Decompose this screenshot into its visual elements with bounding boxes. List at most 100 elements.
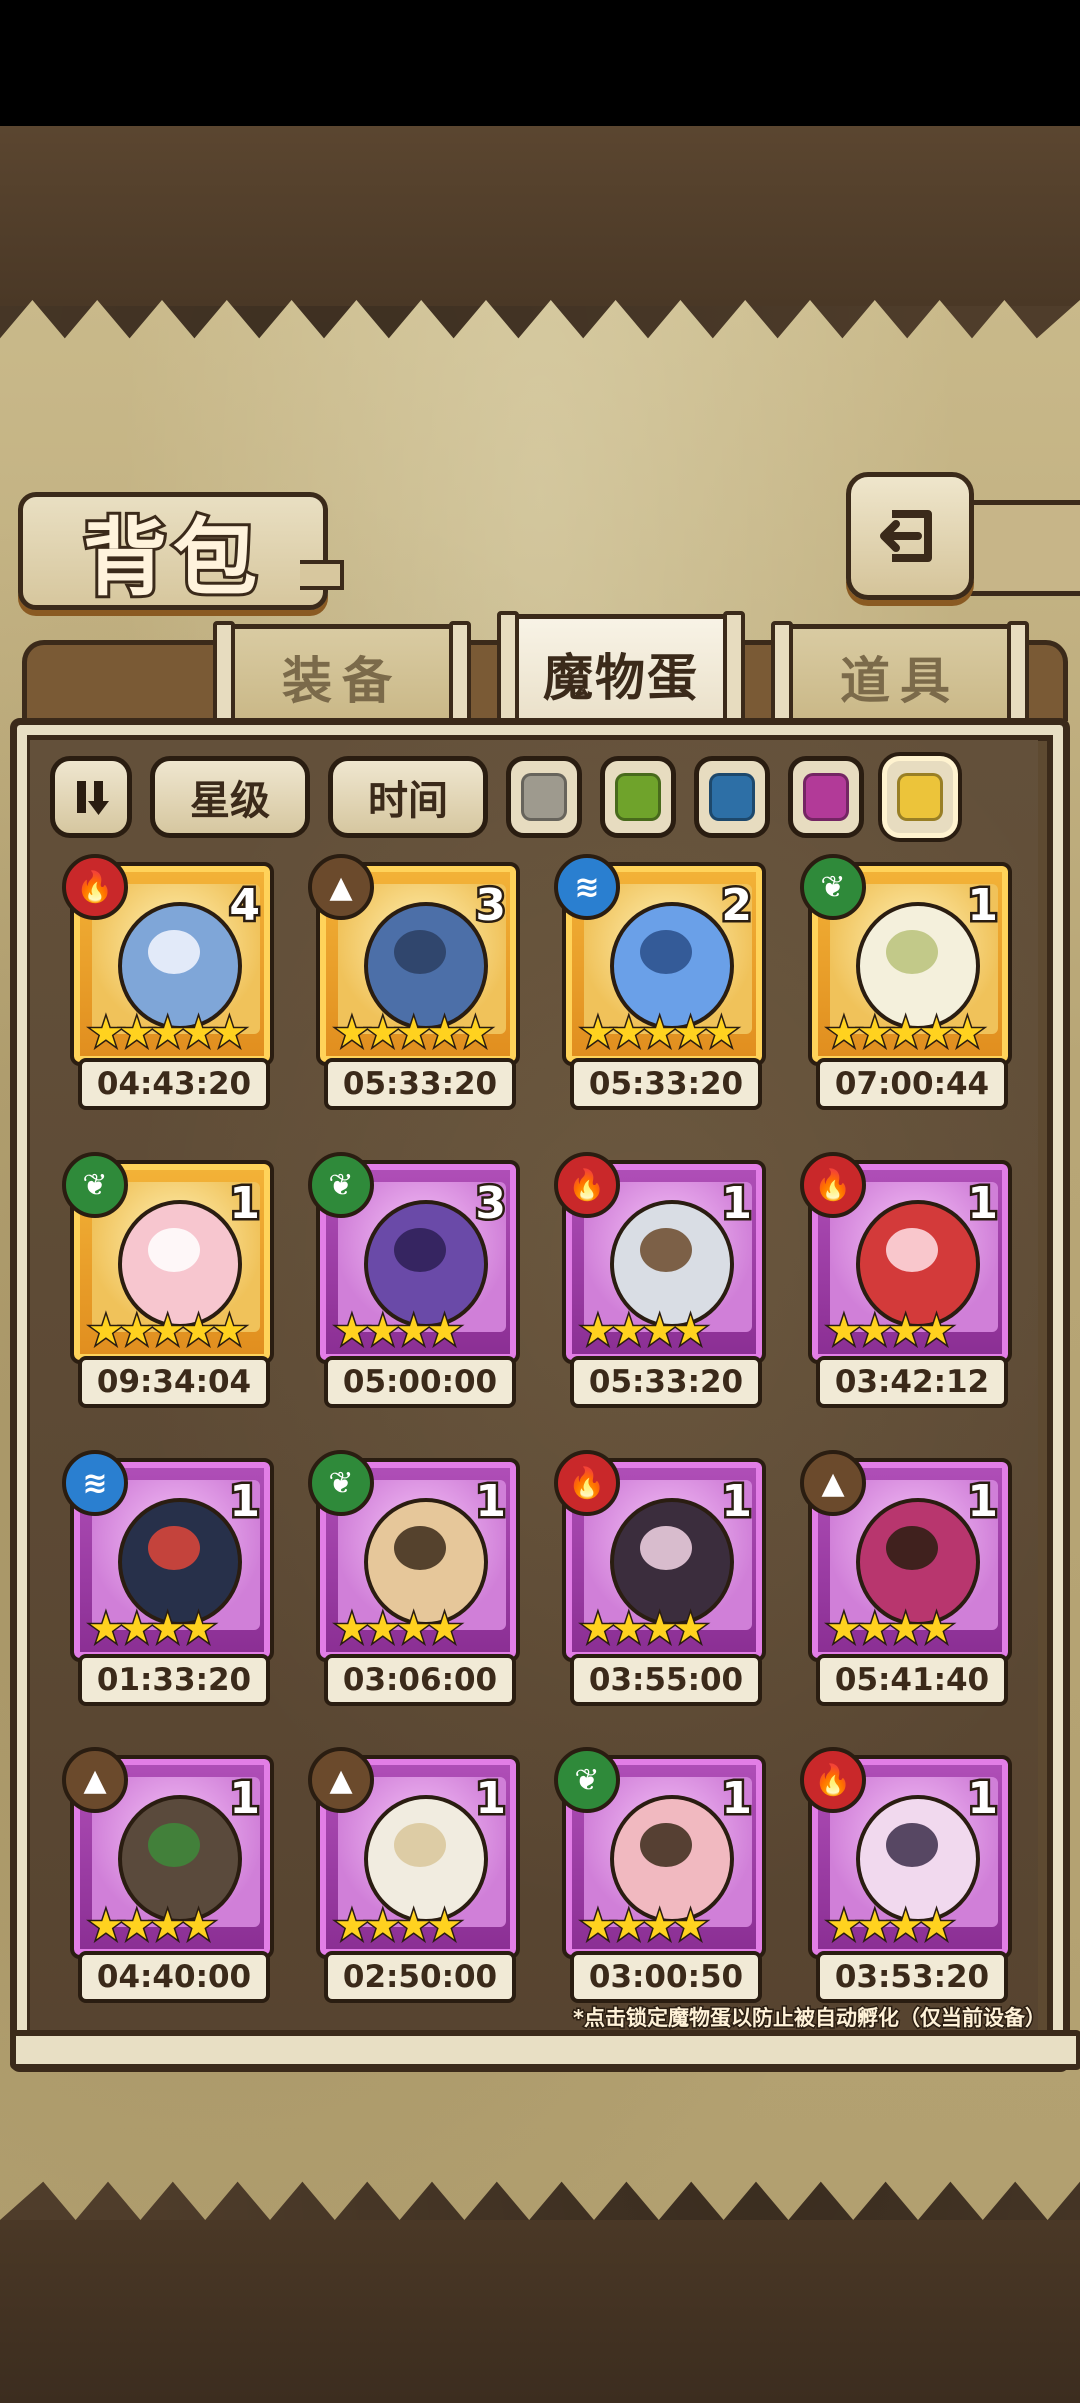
egg-detail bbox=[394, 1228, 446, 1272]
star-rating: ★★★★ bbox=[824, 1605, 955, 1654]
egg-card[interactable]: 3 ★★★★★ ▲ 05:33:20 bbox=[308, 854, 520, 1110]
tab-label: 道具 bbox=[840, 652, 960, 710]
egg-card[interactable]: 1 ★★★★ 🔥 03:53:20 bbox=[800, 1747, 1012, 2003]
page-title: 背包 bbox=[80, 506, 263, 610]
egg-card[interactable]: 1 ★★★★★ ❦ 09:34:04 bbox=[62, 1152, 274, 1408]
swatch-purple bbox=[803, 773, 849, 821]
back-button[interactable] bbox=[846, 472, 974, 600]
earth-element-icon: ▲ bbox=[308, 1747, 374, 1813]
map-band-top bbox=[0, 126, 1080, 306]
egg-count: 4 bbox=[227, 878, 263, 934]
wind-element-icon: ❦ bbox=[308, 1152, 374, 1218]
fire-element-icon: 🔥 bbox=[554, 1152, 620, 1218]
hatch-timer: 03:42:12 bbox=[816, 1356, 1008, 1408]
egg-card[interactable]: 1 ★★★★ ≋ 01:33:20 bbox=[62, 1450, 274, 1706]
fire-element-icon: 🔥 bbox=[554, 1450, 620, 1516]
hatch-timer: 03:06:00 bbox=[324, 1654, 516, 1706]
pause-sort-icon bbox=[77, 781, 109, 815]
egg-detail bbox=[886, 1526, 938, 1570]
star-rating: ★★★★ bbox=[824, 1307, 955, 1356]
tab-equipment[interactable]: 装备 bbox=[213, 621, 471, 737]
egg-count: 1 bbox=[965, 1771, 1001, 1827]
hatch-timer: 05:00:00 bbox=[324, 1356, 516, 1408]
filter-blue[interactable] bbox=[694, 756, 770, 838]
filter-green[interactable] bbox=[600, 756, 676, 838]
star-rating: ★★★★★ bbox=[824, 1009, 986, 1058]
hatch-timer: 05:41:40 bbox=[816, 1654, 1008, 1706]
hatch-timer: 03:53:20 bbox=[816, 1951, 1008, 2003]
star-rating: ★★★★ bbox=[332, 1902, 463, 1951]
footer-note: *点击锁定魔物蛋以防止被自动孵化（仅当前设备） bbox=[572, 2005, 1048, 2032]
sort-order-button[interactable] bbox=[50, 756, 132, 838]
egg-card[interactable]: 2 ★★★★★ ≋ 05:33:20 bbox=[554, 854, 766, 1110]
star-rating: ★★★★ bbox=[86, 1902, 217, 1951]
swatch-grey bbox=[521, 773, 567, 821]
egg-count: 2 bbox=[719, 878, 755, 934]
filter-grey[interactable] bbox=[506, 756, 582, 838]
filter-purple[interactable] bbox=[788, 756, 864, 838]
egg-count: 1 bbox=[965, 1176, 1001, 1232]
back-rail bbox=[964, 500, 1080, 596]
star-rating: ★★★★ bbox=[332, 1605, 463, 1654]
egg-detail bbox=[148, 1228, 200, 1272]
egg-count: 1 bbox=[227, 1474, 263, 1530]
hatch-timer: 03:55:00 bbox=[570, 1654, 762, 1706]
egg-count: 1 bbox=[965, 1474, 1001, 1530]
egg-detail bbox=[148, 1823, 200, 1867]
star-rating: ★★★★ bbox=[578, 1307, 709, 1356]
water-element-icon: ≋ bbox=[62, 1450, 128, 1516]
egg-count: 1 bbox=[965, 878, 1001, 934]
egg-card[interactable]: 1 ★★★★★ ❦ 07:00:44 bbox=[800, 854, 1012, 1110]
egg-card[interactable]: 1 ★★★★ ▲ 02:50:00 bbox=[308, 1747, 520, 2003]
egg-card[interactable]: 1 ★★★★ ❦ 03:00:50 bbox=[554, 1747, 766, 2003]
sort-by-star-button[interactable]: 星级 bbox=[150, 756, 310, 838]
fire-element-icon: 🔥 bbox=[800, 1747, 866, 1813]
egg-card[interactable]: 1 ★★★★ 🔥 05:33:20 bbox=[554, 1152, 766, 1408]
wind-element-icon: ❦ bbox=[308, 1450, 374, 1516]
egg-detail bbox=[394, 1526, 446, 1570]
filter-gold[interactable] bbox=[882, 756, 958, 838]
tab-monster-eggs[interactable]: 魔物蛋 bbox=[497, 611, 745, 734]
egg-card[interactable]: 3 ★★★★ ❦ 05:00:00 bbox=[308, 1152, 520, 1408]
star-rating: ★★★★★ bbox=[86, 1307, 248, 1356]
star-rating: ★★★★★ bbox=[578, 1009, 740, 1058]
egg-card[interactable]: 1 ★★★★ ▲ 05:41:40 bbox=[800, 1450, 1012, 1706]
egg-count: 1 bbox=[719, 1474, 755, 1530]
egg-card[interactable]: 1 ★★★★ ❦ 03:06:00 bbox=[308, 1450, 520, 1706]
wind-element-icon: ❦ bbox=[62, 1152, 128, 1218]
egg-count: 1 bbox=[719, 1771, 755, 1827]
earth-element-icon: ▲ bbox=[308, 854, 374, 920]
wind-element-icon: ❦ bbox=[554, 1747, 620, 1813]
hatch-timer: 05:33:20 bbox=[324, 1058, 516, 1110]
sort-by-time-button[interactable]: 时间 bbox=[328, 756, 488, 838]
hatch-timer: 02:50:00 bbox=[324, 1951, 516, 2003]
hatch-timer: 01:33:20 bbox=[78, 1654, 270, 1706]
star-rating: ★★★★ bbox=[332, 1307, 463, 1356]
star-rating: ★★★★ bbox=[86, 1605, 217, 1654]
egg-card[interactable]: 1 ★★★★ 🔥 03:55:00 bbox=[554, 1450, 766, 1706]
egg-card[interactable]: 1 ★★★★ 🔥 03:42:12 bbox=[800, 1152, 1012, 1408]
hatch-timer: 03:00:50 bbox=[570, 1951, 762, 2003]
star-rating: ★★★★ bbox=[824, 1902, 955, 1951]
hatch-timer: 05:33:20 bbox=[570, 1356, 762, 1408]
egg-detail bbox=[886, 1228, 938, 1272]
swatch-green bbox=[615, 773, 661, 821]
egg-detail bbox=[394, 930, 446, 974]
egg-detail bbox=[640, 1228, 692, 1272]
egg-count: 1 bbox=[227, 1771, 263, 1827]
water-element-icon: ≋ bbox=[554, 854, 620, 920]
egg-detail bbox=[148, 1526, 200, 1570]
egg-detail bbox=[148, 930, 200, 974]
tab-items[interactable]: 道具 bbox=[771, 621, 1029, 737]
wind-element-icon: ❦ bbox=[800, 854, 866, 920]
fire-element-icon: 🔥 bbox=[62, 854, 128, 920]
earth-element-icon: ▲ bbox=[62, 1747, 128, 1813]
star-sort-label: 星级 bbox=[190, 778, 270, 824]
swatch-gold bbox=[897, 773, 943, 821]
panel-bottom-rail bbox=[10, 2030, 1080, 2070]
egg-card[interactable]: 4 ★★★★★ 🔥 04:43:20 bbox=[62, 854, 274, 1110]
star-rating: ★★★★ bbox=[578, 1902, 709, 1951]
egg-detail bbox=[886, 1823, 938, 1867]
hatch-timer: 07:00:44 bbox=[816, 1058, 1008, 1110]
egg-card[interactable]: 1 ★★★★ ▲ 04:40:00 bbox=[62, 1747, 274, 2003]
